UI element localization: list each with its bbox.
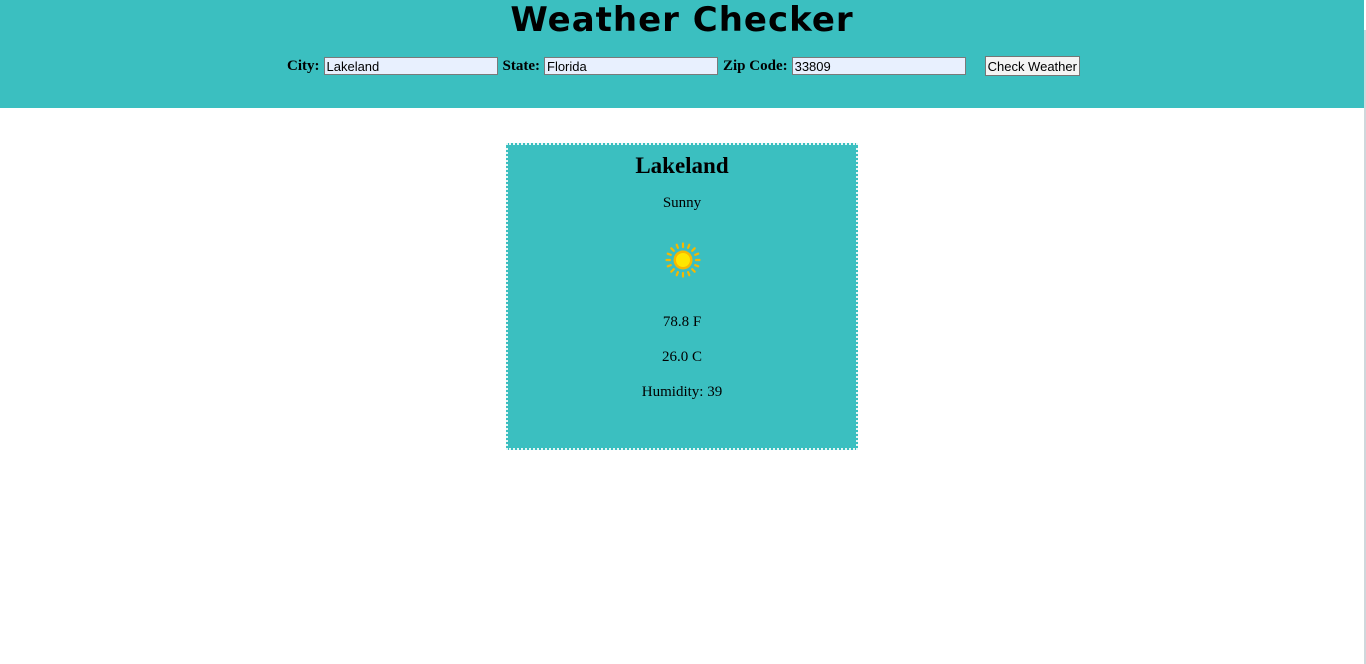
check-weather-button[interactable]: Check Weather — [984, 56, 1080, 76]
temperature-fahrenheit: 78.8 F — [662, 314, 702, 330]
state-input[interactable] — [544, 57, 718, 75]
zip-code-label: Zip Code: — [723, 57, 788, 74]
weather-condition: Sunny — [662, 195, 702, 211]
city-label: City: — [287, 57, 320, 74]
temperature-celsius: 26.0 C — [661, 349, 702, 365]
zip-code-input[interactable] — [791, 57, 966, 75]
state-label: State: — [502, 57, 541, 74]
header-bar: Weather Checker City: State: Zip Code: C… — [0, 0, 1364, 108]
search-form: City: State: Zip Code: Check Weather — [287, 56, 1080, 76]
city-input[interactable] — [323, 57, 498, 75]
card-city-name: Lakeland — [635, 153, 729, 178]
page-title: Weather Checker — [510, 0, 854, 40]
weather-card: Lakeland Sunny 78.8 F 26.0 C Humidity: 3… — [506, 143, 858, 450]
humidity-value: Humidity: 39 — [641, 384, 723, 400]
sun-icon — [665, 242, 701, 278]
